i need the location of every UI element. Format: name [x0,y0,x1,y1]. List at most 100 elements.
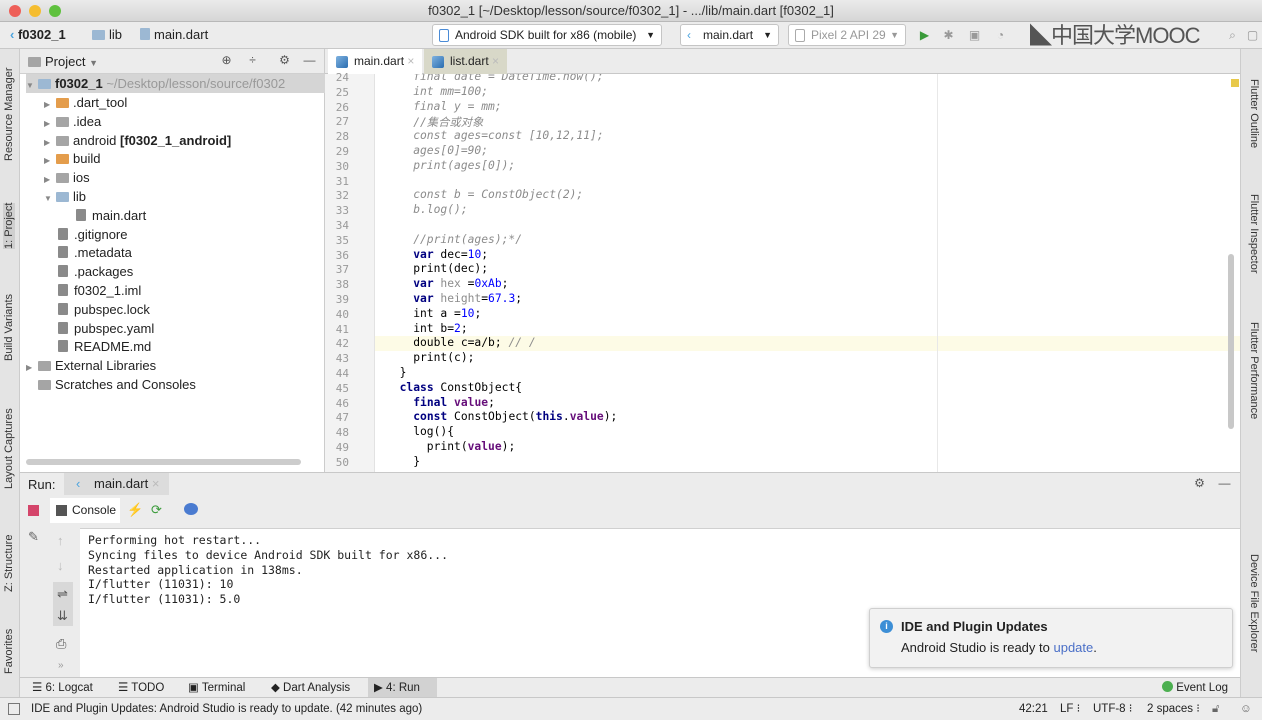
account-icon[interactable]: ▢ [1246,29,1259,42]
run-config-select[interactable]: ‹ main.dart ▼ [680,24,779,46]
device-select[interactable]: Android SDK built for x86 (mobile) ▼ [432,24,662,46]
event-log-button[interactable]: Event Log [1156,678,1234,698]
tree-item[interactable]: ▶ .idea [44,112,101,131]
close-tab-icon[interactable]: × [492,54,499,68]
hot-restart-icon[interactable]: ⟳ [151,502,162,518]
pin-icon[interactable]: ✎ [28,529,39,545]
stop-button[interactable] [28,505,39,516]
print-icon[interactable]: ⎙ [56,636,66,652]
tree-root[interactable]: ▼ f0302_1 ~/Desktop/lesson/source/f0302 [26,74,325,93]
tree-item[interactable]: pubspec.yaml [44,319,154,338]
code-area[interactable]: final date = DateTime.now(); int mm=100;… [325,74,1240,472]
code-line: //集合或对象 [375,114,1240,129]
scroll-to-end-icon[interactable]: ⇊ [57,608,68,624]
file-icon [58,227,68,240]
notification-body: Android Studio is ready to update. [901,640,1097,655]
dart-analysis-tab[interactable]: ◆ Dart Analysis [265,678,356,698]
inspector-icon[interactable]: ☺ [1240,698,1252,720]
collapse-icon[interactable]: ÷ [246,54,259,67]
encoding[interactable]: UTF-8 ⁝ [1093,698,1132,720]
update-link[interactable]: update [1053,640,1093,655]
code-line: final value; [375,396,1240,411]
expand-arrow-icon[interactable]: ▼ [44,189,56,208]
tree-item[interactable]: README.md [44,337,151,356]
code-line: print(c); [375,351,1240,366]
file-icon [58,321,68,334]
flutter-outline-tab[interactable]: Flutter Outline [1248,79,1260,148]
soft-wrap-icon[interactable]: ⇌ [57,586,68,602]
code-line: } [375,455,1240,470]
horizontal-scrollbar[interactable] [26,459,301,465]
todo-tab[interactable]: ☰ TODO [112,678,170,698]
code-line: b.log(); [375,203,1240,218]
more-icon[interactable]: » [58,660,64,671]
tree-item[interactable]: pubspec.lock [44,300,150,319]
tree-item[interactable]: .gitignore [44,225,127,244]
maximize-window-button[interactable] [49,5,61,17]
tree-item[interactable]: ▶ android [f0302_1_android] [44,131,231,150]
logcat-tab[interactable]: ☰ 6: Logcat [26,678,99,698]
info-icon: i [880,620,893,633]
vertical-scrollbar[interactable] [1228,254,1234,429]
breadcrumb-file[interactable]: main.dart [140,27,208,42]
close-window-button[interactable] [9,5,21,17]
hide-icon[interactable]: — [303,54,316,67]
flutter-performance-tab[interactable]: Flutter Performance [1248,322,1260,419]
close-tab-icon[interactable]: × [407,54,414,68]
cursor-position[interactable]: 42:21 [1019,698,1048,720]
tree-item[interactable]: ▶ External Libraries [26,356,156,375]
tree-item[interactable]: .packages [44,262,133,281]
lock-icon[interactable]: 🔓︎ [1212,698,1219,720]
run-tool-tab[interactable]: ▶ 4: Run [368,678,437,698]
favorites-tab[interactable]: Favorites [3,629,15,674]
attach-icon[interactable]: ▣ [968,29,981,42]
layout-captures-tab[interactable]: Layout Captures [3,408,15,489]
flutter-inspector-tab[interactable]: Flutter Inspector [1248,194,1260,273]
up-arrow-icon[interactable]: ↑ [57,533,64,548]
breadcrumb-project[interactable]: ‹ f0302_1 [10,27,66,42]
tree-item[interactable]: ▼ lib [44,187,86,206]
terminal-tab[interactable]: ▣ Terminal [182,678,251,698]
breadcrumb-lib[interactable]: lib [92,27,122,42]
run-tab-main-dart[interactable]: ‹ main.dart × [64,473,170,495]
run-icon[interactable]: ▶ [918,29,931,42]
code-line: print(dec); [375,262,1240,277]
tree-item[interactable]: .metadata [44,243,132,262]
hot-reload-icon[interactable]: ⚡ [127,502,143,518]
tree-item[interactable]: ▶ .dart_tool [44,93,127,112]
tree-item[interactable]: f0302_1.iml [44,281,141,300]
locate-icon[interactable]: ⊕ [220,54,233,67]
project-panel-header: Project ▼ ⊕ ÷ ⚙ — [20,49,324,74]
hide-icon[interactable]: — [1218,477,1231,490]
resource-manager-tab[interactable]: Resource Manager [3,67,15,161]
build-variants-tab[interactable]: Build Variants [3,294,15,361]
tree-item[interactable]: Scratches and Consoles [26,375,196,394]
line-separator[interactable]: LF ⁝ [1060,698,1080,720]
tree-item[interactable]: ▶ build [44,149,100,168]
code-token: ; [460,321,468,335]
console-tab[interactable]: Console [50,498,120,523]
gear-icon[interactable]: ⚙ [1193,477,1206,490]
debug-icon[interactable]: ✱ [942,29,955,42]
project-tab[interactable]: 1: Project [3,202,15,249]
device-file-explorer-tab[interactable]: Device File Explorer [1248,554,1260,652]
project-view-select[interactable]: Project ▼ [28,54,98,69]
down-arrow-icon[interactable]: ↓ [57,558,64,573]
minimize-window-button[interactable] [29,5,41,17]
code-token: ; [488,395,495,409]
indent-setting[interactable]: 2 spaces ⁝ [1147,698,1200,720]
search-icon[interactable]: ⌕ [1226,29,1239,42]
status-message[interactable]: IDE and Plugin Updates: Android Studio i… [31,698,422,720]
structure-tab[interactable]: Z: Structure [3,535,15,592]
tree-item[interactable]: ▶ ios [44,168,90,187]
tab-list-dart[interactable]: list.dart × [424,49,508,74]
tree-item[interactable]: main.dart [62,206,146,225]
avd-select[interactable]: Pixel 2 API 29 ▼ [788,24,906,46]
devtools-icon[interactable] [184,503,198,515]
close-tab-icon[interactable]: × [152,476,160,491]
profile-icon[interactable]: ◔ [994,29,1007,42]
status-panel-icon[interactable] [8,703,20,715]
gear-icon[interactable]: ⚙ [278,54,291,67]
